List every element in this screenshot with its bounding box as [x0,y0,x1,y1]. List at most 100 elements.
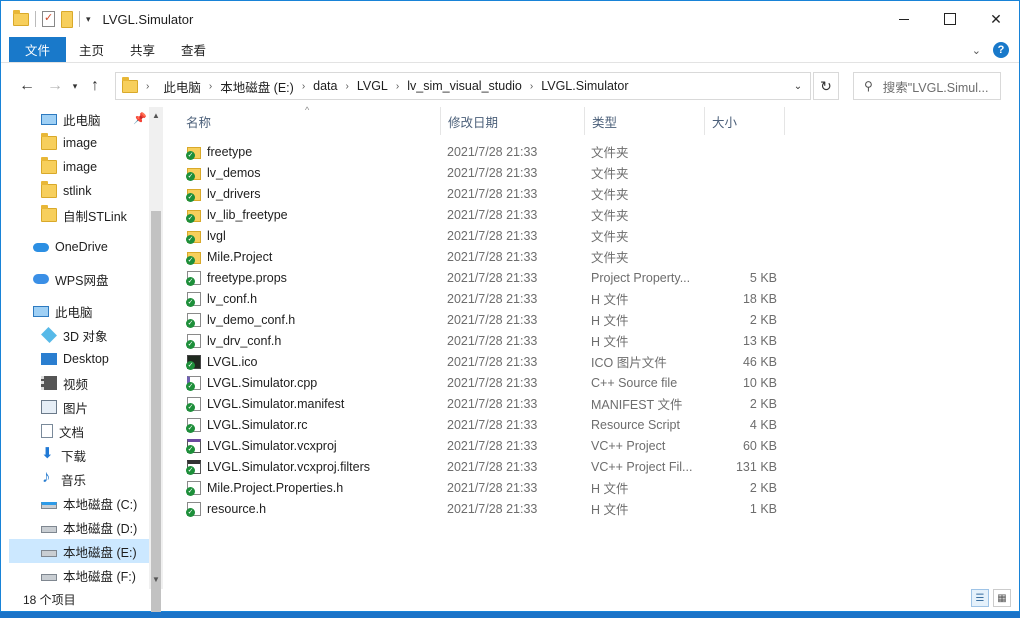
address-bar[interactable]: › 此电脑 › 本地磁盘 (E:) › data › LVGL › lv_sim… [115,72,811,100]
scroll-up-icon[interactable]: ▲ [152,111,160,120]
file-type-cell: 文件夹 [591,230,629,244]
sidebar-item-wps-cloud[interactable]: WPS网盘 [33,267,108,291]
column-header-type[interactable]: 类型 [585,107,705,135]
table-row[interactable]: ✓ lv_conf.h 2021/7/28 21:33 H 文件 18 KB [179,288,779,309]
file-type-cell: Resource Script [591,417,680,432]
table-row[interactable]: ✓ lv_drv_conf.h 2021/7/28 21:33 H 文件 13 KB [179,330,779,351]
file-name: LVGL.Simulator.cpp [207,375,318,390]
search-input[interactable]: ⚲ 搜索"LVGL.Simul... [853,72,1001,100]
scrollbar-thumb[interactable] [151,211,161,618]
breadcrumb-item[interactable]: lv_sim_visual_studio [407,79,522,93]
sidebar-item-this-pc[interactable]: 此电脑 [33,299,93,323]
new-folder-icon[interactable] [61,10,73,28]
file-name-cell: ✓ LVGL.Simulator.cpp [186,372,317,393]
details-view-icon[interactable]: ☰ [971,589,989,607]
table-row[interactable]: ✓ LVGL.Simulator.vcxproj.filters 2021/7/28… [179,456,779,477]
tab-file[interactable]: 文件 [9,37,67,62]
sidebar-item-drive-f[interactable]: 本地磁盘 (F:) [41,563,136,587]
folder-icon [41,181,57,198]
chevron-right-icon[interactable]: › [396,81,399,92]
sidebar-item-documents[interactable]: 文档 [41,419,84,443]
minimize-button[interactable] [881,1,927,37]
file-file-icon: ✓ [186,417,202,433]
back-arrow-icon[interactable]: ← [15,77,39,95]
table-row[interactable]: ✓ LVGL.ico 2021/7/28 21:33 ICO 图片文件 46 KB [179,351,779,372]
sidebar-scrollbar[interactable]: ▲ ▼ [149,107,163,618]
file-type-cell: VC++ Project [591,438,666,453]
sidebar-item-3d-objects[interactable]: 3D 对象 [41,323,107,347]
sidebar-item-desktop[interactable]: Desktop [41,347,109,371]
table-row[interactable]: ✓ LVGL.Simulator.rc 2021/7/28 21:33 Resourc… [179,414,779,435]
chevron-right-icon[interactable]: › [146,81,149,92]
scroll-down-icon[interactable]: ▼ [152,575,160,584]
file-type-cell: 文件夹 [591,167,629,181]
file-name-cell: ✓ lv_demo_conf.h [186,309,295,330]
table-row[interactable]: ✓ Mile.Project.Properties.h 2021/7/28 21:3… [179,477,779,498]
breadcrumb-item[interactable]: LVGL.Simulator [541,79,628,93]
chevron-right-icon[interactable]: › [530,81,533,92]
table-row[interactable]: ✓ Mile.Project 2021/7/28 21:33 文件夹 [179,246,779,267]
sidebar-item-drive-e[interactable]: 本地磁盘 (E:) [9,539,149,563]
sync-check-icon: ✓ [186,339,195,349]
up-arrow-icon[interactable]: ↑ [83,77,107,95]
column-header-date[interactable]: 修改日期 [441,107,585,135]
sidebar-item-custom-stlink[interactable]: 自制STLink [41,203,127,227]
properties-icon[interactable] [42,11,55,27]
sidebar-item-pictures[interactable]: 图片 [41,395,88,419]
file-date-cell: 2021/7/28 21:33 [447,249,538,264]
file-file-icon: ✓ [186,501,202,517]
close-button[interactable]: ✕ [973,1,1019,37]
large-icons-view-icon[interactable]: ▦ [993,589,1011,607]
breadcrumb-item[interactable]: data [313,79,337,93]
tab-view[interactable]: 查看 [168,37,219,62]
table-row[interactable]: ✓ LVGL.Simulator.vcxproj 2021/7/28 21:33 VC… [179,435,779,456]
tab-share[interactable]: 共享 [117,37,168,62]
table-row[interactable]: ✓ lv_demos 2021/7/28 21:33 文件夹 [179,162,779,183]
chevron-right-icon[interactable]: › [346,81,349,92]
chevron-down-icon[interactable]: ⌄ [786,73,810,99]
sidebar-item-videos[interactable]: 视频 [41,371,88,395]
column-header-name[interactable]: 名称 [179,107,441,135]
sidebar-item-downloads[interactable]: 下载 [41,443,86,467]
chevron-right-icon[interactable]: › [302,81,305,92]
sidebar-item-image[interactable]: image [41,131,97,155]
table-row[interactable]: ✓ lvgl 2021/7/28 21:33 文件夹 [179,225,779,246]
help-icon[interactable]: ? [993,42,1009,58]
file-type-cell: 文件夹 [591,146,629,160]
refresh-button[interactable]: ↻ [813,72,839,100]
forward-arrow-icon[interactable]: → [43,77,67,95]
table-row[interactable]: ✓ freetype 2021/7/28 21:33 文件夹 [179,141,779,162]
sidebar-item-music[interactable]: 音乐 [41,467,86,491]
table-row[interactable]: ✓ lv_drivers 2021/7/28 21:33 文件夹 [179,183,779,204]
sidebar-item-this-pc-pinned[interactable]: 此电脑 [41,107,101,131]
folder-icon: ✓ [186,186,202,202]
pin-icon[interactable]: 📌 [133,112,147,125]
table-row[interactable]: ✓ LVGL.Simulator.cpp 2021/7/28 21:33 C++ So… [179,372,779,393]
breadcrumb-item[interactable]: LVGL [357,79,388,93]
chevron-right-icon[interactable]: › [209,81,212,92]
column-header-size[interactable]: 大小 [705,107,785,135]
recent-locations-dropdown[interactable]: ▾ [67,81,83,92]
maximize-button[interactable] [927,1,973,37]
table-row[interactable]: ✓ resource.h 2021/7/28 21:33 H 文件 1 KB [179,498,779,519]
title-bar: ▾ LVGL.Simulator ✕ [1,1,1019,37]
sidebar-item-stlink[interactable]: stlink [41,179,91,203]
tab-home[interactable]: 主页 [66,37,117,62]
table-row[interactable]: ✓ freetype.props 2021/7/28 21:33 Project Pr… [179,267,779,288]
folder-icon [41,157,57,174]
table-row[interactable]: ✓ lv_lib_freetype 2021/7/28 21:33 文件夹 [179,204,779,225]
file-name-cell: ✓ freetype.props [186,267,287,288]
file-type-cell: C++ Source file [591,375,678,390]
breadcrumb-item[interactable]: 此电脑 [163,77,201,96]
customize-toolbar-dropdown[interactable]: ▾ [86,14,91,25]
sidebar-item-drive-c[interactable]: 本地磁盘 (C:) [41,491,137,515]
sidebar-item-drive-d[interactable]: 本地磁盘 (D:) [41,515,137,539]
table-row[interactable]: ✓ LVGL.Simulator.manifest 2021/7/28 21:33 M… [179,393,779,414]
folder-icon: ✓ [186,207,202,223]
expand-ribbon-icon[interactable]: ⌄ [972,44,981,57]
file-type-cell: H 文件 [591,335,629,349]
breadcrumb-item[interactable]: 本地磁盘 (E:) [220,77,294,96]
sidebar-item-onedrive[interactable]: OneDrive [33,235,108,259]
sidebar-item-image[interactable]: image [41,155,97,179]
table-row[interactable]: ✓ lv_demo_conf.h 2021/7/28 21:33 H 文件 2 KB [179,309,779,330]
